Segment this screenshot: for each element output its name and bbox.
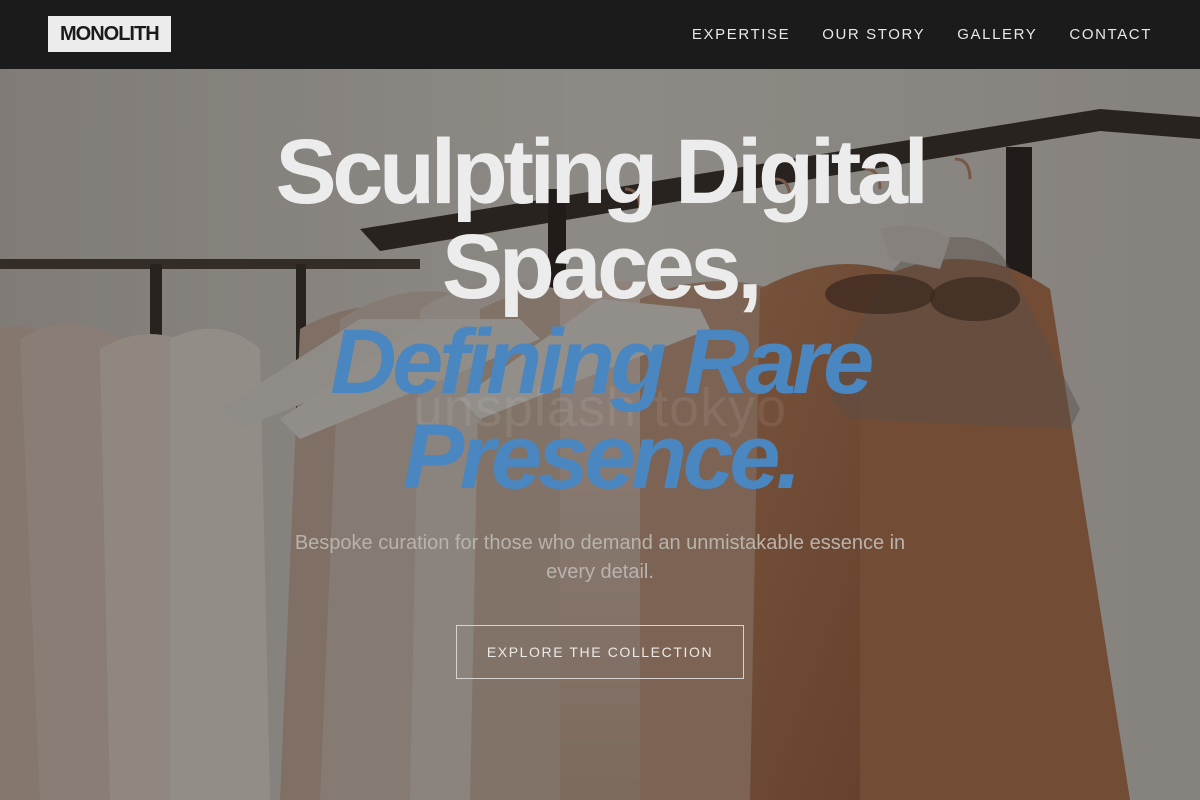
nav-link-gallery[interactable]: GALLERY xyxy=(957,26,1037,43)
primary-nav: EXPERTISE OUR STORY GALLERY CONTACT xyxy=(692,0,1152,69)
nav-link-expertise[interactable]: EXPERTISE xyxy=(692,26,790,43)
top-navbar: MONOLITH EXPERTISE OUR STORY GALLERY CON… xyxy=(0,0,1200,69)
hero-section: unsplash tokyo Sculpting Digital Spaces,… xyxy=(0,69,1200,800)
headline-line-3: Defining Rare xyxy=(330,311,874,413)
nav-link-our-story[interactable]: OUR STORY xyxy=(822,26,925,43)
explore-collection-button[interactable]: EXPLORE THE COLLECTION xyxy=(456,625,744,679)
logo[interactable]: MONOLITH xyxy=(48,16,171,52)
headline-line-1: Sculpting Digital xyxy=(275,121,929,223)
hero-headline: Sculpting Digital Spaces, Defining Rare … xyxy=(0,125,1200,505)
hero-subtitle: Bespoke curation for those who demand an… xyxy=(294,532,906,583)
headline-line-4: Presence. xyxy=(402,406,802,508)
headline-line-2: Spaces, xyxy=(441,216,763,318)
nav-link-contact[interactable]: CONTACT xyxy=(1069,26,1152,43)
